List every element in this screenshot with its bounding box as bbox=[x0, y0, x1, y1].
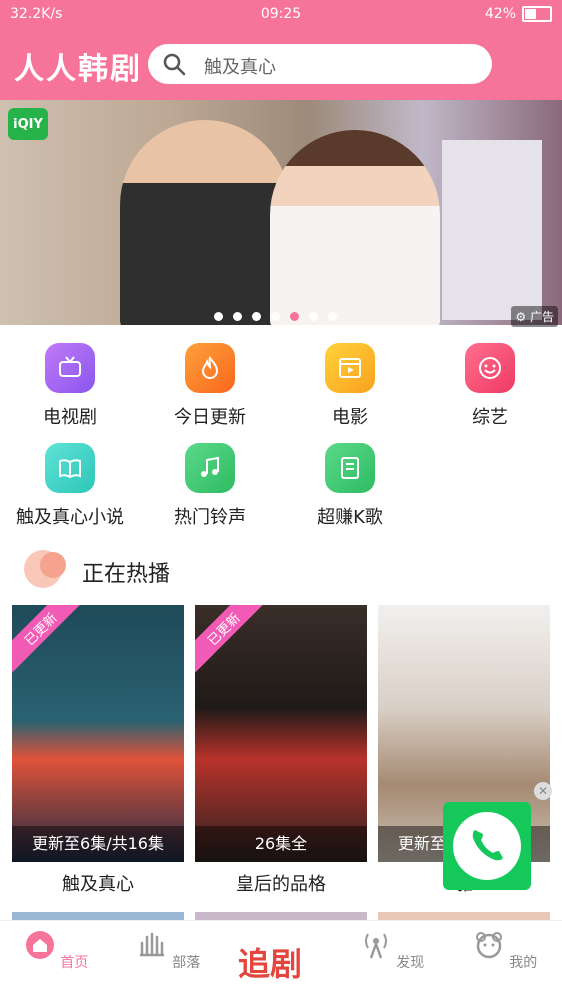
banner-dot-active[interactable] bbox=[290, 312, 299, 321]
episode-info: 更新至6集/共16集 bbox=[12, 826, 184, 862]
tab-follow-drama[interactable]: 追剧 bbox=[238, 939, 302, 985]
smile-icon bbox=[465, 343, 515, 393]
search-icon bbox=[163, 53, 186, 76]
status-bar: 32.2K/s 09:25 42% bbox=[0, 0, 562, 30]
section-title: 正在热播 bbox=[82, 562, 171, 587]
show-card[interactable]: 已更新 26集全 皇后的品格 bbox=[195, 605, 367, 896]
search-placeholder: 触及真心 bbox=[204, 57, 276, 78]
category-novel[interactable]: 触及真心小说 bbox=[10, 443, 130, 529]
banner-dot[interactable] bbox=[309, 312, 318, 321]
banner-dots bbox=[214, 312, 337, 321]
flame-icon bbox=[185, 343, 235, 393]
book-icon bbox=[45, 443, 95, 493]
category-today-update[interactable]: 今日更新 bbox=[150, 343, 270, 429]
category-movie[interactable]: 电影 bbox=[290, 343, 410, 429]
category-label: 电影 bbox=[332, 407, 368, 428]
tab-label: 发现 bbox=[396, 955, 425, 971]
film-icon bbox=[325, 343, 375, 393]
updated-ribbon: 已更新 bbox=[12, 605, 84, 672]
tribe-icon bbox=[139, 932, 164, 957]
category-label: 综艺 bbox=[472, 407, 508, 428]
banner-background bbox=[442, 140, 542, 320]
promo-banner[interactable]: iQIY bbox=[0, 100, 562, 325]
bear-icon bbox=[475, 932, 502, 959]
tv-icon bbox=[45, 343, 95, 393]
category-karaoke[interactable]: 超赚K歌 bbox=[290, 443, 410, 529]
phone-icon bbox=[453, 812, 521, 880]
tab-label: 我的 bbox=[509, 955, 538, 971]
battery-percent: 42% bbox=[484, 6, 516, 22]
banner-person-right bbox=[270, 130, 440, 325]
app-header: 人人韩剧 触及真心 bbox=[0, 30, 562, 100]
category-label: 热门铃声 bbox=[174, 507, 246, 528]
search-bar[interactable]: 触及真心 bbox=[148, 44, 492, 84]
tab-label: 首页 bbox=[60, 955, 89, 971]
show-card[interactable]: 已更新 更新至6集/共16集 触及真心 bbox=[12, 605, 184, 896]
category-tv[interactable]: 电视剧 bbox=[10, 343, 130, 429]
tab-discover[interactable]: 发现 bbox=[352, 929, 432, 972]
status-right: 42% bbox=[485, 6, 552, 22]
battery-icon bbox=[522, 6, 552, 22]
category-label: 电视剧 bbox=[43, 407, 97, 428]
tab-home[interactable]: 首页 bbox=[16, 929, 96, 972]
updated-ribbon: 已更新 bbox=[195, 605, 267, 672]
category-label: 今日更新 bbox=[174, 407, 246, 428]
category-label: 超赚K歌 bbox=[317, 507, 383, 528]
document-icon bbox=[325, 443, 375, 493]
home-icon bbox=[25, 931, 54, 959]
show-poster: 已更新 26集全 bbox=[195, 605, 367, 862]
show-title: 皇后的品格 bbox=[236, 874, 326, 895]
episode-info: 26集全 bbox=[195, 826, 367, 862]
clock: 09:25 bbox=[260, 6, 302, 22]
iqiyi-logo: iQIY bbox=[8, 108, 48, 140]
app-title: 人人韩剧 bbox=[14, 52, 142, 87]
bottom-tab-bar: 首页 部落 追剧 发现 我的 bbox=[0, 920, 562, 1001]
ad-label: ⚙ 广告 bbox=[511, 306, 558, 327]
banner-dot[interactable] bbox=[271, 312, 280, 321]
category-label: 触及真心小说 bbox=[16, 507, 124, 528]
antenna-icon bbox=[364, 933, 387, 959]
show-poster: 已更新 更新至6集/共16集 bbox=[12, 605, 184, 862]
tab-tribe[interactable]: 部落 bbox=[128, 929, 208, 972]
music-icon bbox=[185, 443, 235, 493]
banner-dot[interactable] bbox=[233, 312, 242, 321]
category-variety[interactable]: 综艺 bbox=[430, 343, 550, 429]
tab-mine[interactable]: 我的 bbox=[465, 929, 545, 972]
banner-person-left bbox=[120, 120, 290, 325]
banner-dot[interactable] bbox=[252, 312, 261, 321]
close-float-button[interactable]: ✕ bbox=[534, 782, 552, 800]
show-title: 触及真心 bbox=[62, 874, 134, 895]
tab-label: 部落 bbox=[172, 955, 201, 971]
banner-dot[interactable] bbox=[214, 312, 223, 321]
banner-dot[interactable] bbox=[328, 312, 337, 321]
call-float-button[interactable] bbox=[443, 802, 531, 890]
category-ringtone[interactable]: 热门铃声 bbox=[150, 443, 270, 529]
